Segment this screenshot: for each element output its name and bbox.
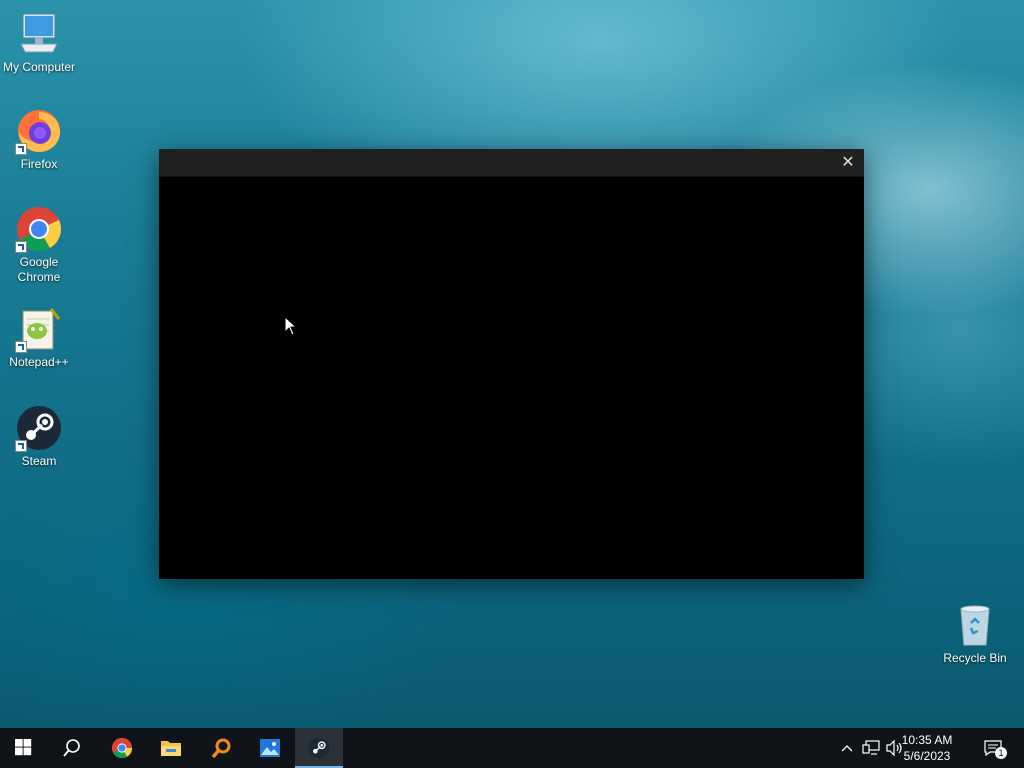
- taskbar-search-app[interactable]: [197, 728, 245, 768]
- desktop-icon-google-chrome[interactable]: Google Chrome: [1, 205, 77, 285]
- search-icon: [63, 739, 80, 757]
- desktop-icon-label: My Computer: [2, 60, 76, 74]
- recycle-bin-icon: [951, 601, 999, 649]
- notepad-plus-plus-icon: [15, 305, 63, 353]
- start-button[interactable]: [0, 728, 48, 768]
- computer-icon: [15, 10, 63, 58]
- search-button[interactable]: [48, 728, 96, 768]
- desktop-icon-firefox[interactable]: Firefox: [1, 107, 77, 172]
- steam-icon: [15, 404, 63, 452]
- network-button[interactable]: [860, 728, 882, 768]
- desktop-icon-my-computer[interactable]: My Computer: [1, 10, 77, 75]
- shortcut-arrow-icon: [15, 341, 27, 353]
- desktop-icon-steam[interactable]: Steam: [1, 404, 77, 469]
- clock[interactable]: 10:35 AM 5/6/2023: [892, 732, 962, 764]
- clock-date: 5/6/2023: [903, 749, 951, 763]
- steam-icon: [308, 737, 330, 759]
- shortcut-arrow-icon: [15, 241, 27, 253]
- clock-time: 10:35 AM: [901, 733, 953, 747]
- taskbar-file-explorer[interactable]: [147, 728, 195, 768]
- desktop-icon-label: Firefox: [20, 157, 58, 171]
- desktop-icon-label: Notepad++: [9, 355, 69, 369]
- app-window[interactable]: ✕: [159, 149, 864, 579]
- action-center-button[interactable]: [976, 728, 1014, 768]
- desktop-icon-label: Google Chrome: [17, 255, 61, 284]
- desktop-icon-label: Steam: [21, 454, 57, 468]
- photos-icon: [260, 739, 280, 757]
- network-icon: [862, 740, 880, 755]
- window-titlebar[interactable]: ✕: [159, 149, 864, 177]
- close-icon: ✕: [841, 154, 855, 171]
- taskbar-steam[interactable]: [295, 728, 343, 768]
- chrome-icon: [111, 737, 133, 759]
- chrome-icon: [15, 205, 63, 253]
- chevron-up-icon: [841, 745, 853, 752]
- shortcut-arrow-icon: [15, 143, 27, 155]
- magnifier-icon: [211, 738, 231, 758]
- taskbar-photos[interactable]: [246, 728, 294, 768]
- desktop-icon-recycle-bin[interactable]: Recycle Bin: [937, 601, 1013, 666]
- desktop-icon-label: Recycle Bin: [943, 651, 1007, 665]
- mouse-cursor-icon: [284, 315, 298, 336]
- folder-icon: [161, 741, 181, 756]
- taskbar-chrome[interactable]: [98, 728, 146, 768]
- firefox-icon: [15, 107, 63, 155]
- shortcut-arrow-icon: [15, 440, 27, 452]
- notification-count-badge: 1: [995, 747, 1007, 759]
- show-hidden-icons-button[interactable]: [838, 728, 856, 768]
- windows-logo-icon: [15, 739, 32, 756]
- window-content: [159, 177, 864, 579]
- desktop-icon-notepad-plus-plus[interactable]: Notepad++: [1, 305, 77, 370]
- taskbar: 10:35 AM 5/6/2023: [0, 728, 1024, 768]
- close-button[interactable]: ✕: [832, 149, 864, 176]
